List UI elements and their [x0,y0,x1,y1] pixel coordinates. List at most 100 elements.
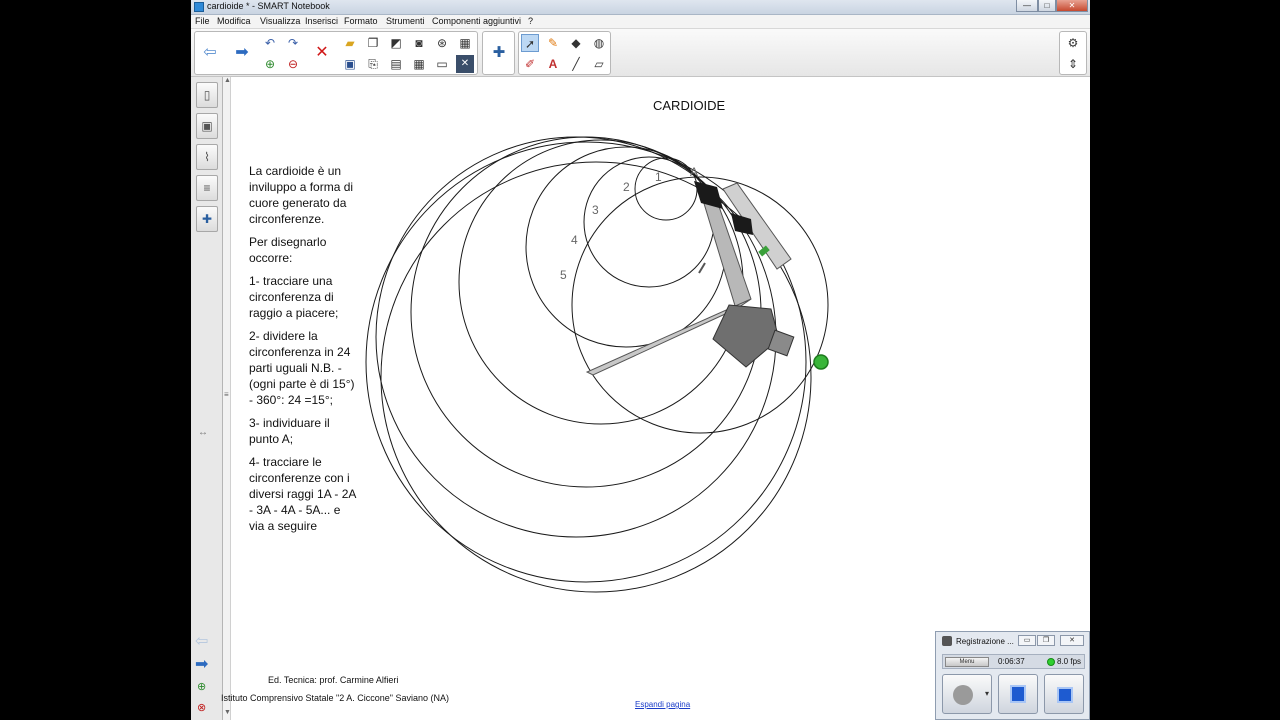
previous-page-icon[interactable]: ⇦ [195,631,208,651]
menu-inserisci[interactable]: Inserisci [305,16,338,26]
camera-icon[interactable]: ◙ [410,34,428,52]
copy-icon[interactable]: ❐ [364,34,382,52]
gallery-icon[interactable]: ▣ [196,113,218,139]
insert-icon[interactable]: ◩ [387,34,405,52]
chevron-down-icon[interactable]: ▾ [985,689,989,698]
cardioid-construction-drawing: 1 2 3 4 5 A [365,136,829,593]
recorder-restore-button[interactable]: ❐ [1037,635,1055,646]
close-toolbar-icon[interactable]: ✕ [456,55,474,73]
menu-help[interactable]: ? [528,16,533,26]
recorder-title: Registrazione ... [956,637,1014,646]
record-icon [953,685,973,705]
minimize-button[interactable]: — [1016,0,1038,12]
move-toolbar-icon[interactable]: ⇕ [1064,55,1082,73]
text-icon[interactable]: A [544,55,562,73]
side-tabs: ▯ ▣ ⌇ ≡ ✚ ↔ ⇦ ➡ ⊕ ⊗ [191,77,223,720]
recorder-close-button[interactable]: ✕ [1060,635,1084,646]
paragraph-step-3: 3- individuare il punto A; [249,416,330,446]
main-toolbar: ⇦ ➡ ↶ ↷ ⊕ ⊖ ✕ ▰ ▣ ❐ ⎘ ◩ ▤ ◙ ▦ ⊛ ▭ ▦ ✕ ✚ … [191,29,1090,77]
point-label-5: 5 [560,268,567,282]
point-label-4: 4 [571,233,578,247]
save-icon[interactable]: ▣ [341,55,359,73]
eraser-icon[interactable]: ▱ [590,55,608,73]
toolbar-group-tools: ➚ ✎ ◆ ◍ ✐ A ╱ ▱ [518,31,611,75]
line-icon[interactable]: ╱ [567,55,585,73]
paragraph-step-1: 1- tracciare una circonferenza di raggio… [249,274,339,320]
point-label-a: A [690,165,698,179]
paragraph-need: Per disegnarlo occorre: [249,235,327,265]
expand-page-link[interactable]: Espandi pagina [635,700,690,709]
settings-icon[interactable]: ⚙ [1064,34,1082,52]
add-page-icon[interactable]: ⊕ [197,680,206,693]
record-button[interactable]: ▾ [942,674,992,714]
pause-button[interactable] [998,674,1038,714]
attachments-icon[interactable]: ⌇ [196,144,218,170]
full-screen-icon[interactable]: ⊛ [433,34,451,52]
compass-tool[interactable] [585,181,795,376]
rotate-handle[interactable] [813,354,829,370]
whiteboard-page[interactable]: 1 2 3 4 5 A CARDIOIDE La cardioide è un … [221,77,1090,720]
smart-notebook-window: cardioide * - SMART Notebook — □ ✕ File … [191,0,1090,720]
point-label-2: 2 [623,180,630,194]
description-text: La cardioide è un inviluppo a forma di c… [249,163,357,541]
keyboard-icon[interactable]: ▭ [433,55,451,73]
undo-icon[interactable]: ↶ [261,34,279,52]
pen-icon[interactable]: ✐ [521,55,539,73]
recorder-window: Registrazione ... ▭ ❐ ✕ Menu 0:06:37 8.0… [935,631,1090,720]
table-icon[interactable]: ▦ [456,34,474,52]
footer-author: Ed. Tecnica: prof. Carmine Alfieri [268,675,399,685]
screen-capture-icon[interactable]: ▦ [410,55,428,73]
recorder-menu-button[interactable]: Menu [945,657,989,667]
delete-icon[interactable]: ✕ [313,44,331,62]
open-icon[interactable]: ▰ [341,34,359,52]
base-circle [571,176,829,434]
paragraph-step-2: 2- dividere la circonferenza in 24 parti… [249,329,355,407]
back-icon[interactable]: ⇦ [201,44,219,62]
recording-status-icon [1047,658,1055,666]
scroll-up-icon[interactable]: ▲ [224,77,231,87]
menu-componenti[interactable]: Componenti aggiuntivi [432,16,521,26]
toolbar-group-main: ⇦ ➡ ↶ ↷ ⊕ ⊖ ✕ ▰ ▣ ❐ ⎘ ◩ ▤ ◙ ▦ ⊛ ▭ ▦ ✕ [194,31,478,75]
menu-file[interactable]: File [195,16,210,26]
recorder-elapsed-time: 0:06:37 [998,657,1025,666]
properties-icon[interactable]: ≡ [196,175,218,201]
recorder-icon [942,636,952,646]
resize-handle-icon[interactable]: ↔ [198,427,208,438]
recorder-minimize-button[interactable]: ▭ [1018,635,1036,646]
stop-button[interactable] [1044,674,1084,714]
add-page-icon[interactable]: ⊕ [261,55,279,73]
fill-icon[interactable]: ◍ [590,34,608,52]
menu-strumenti[interactable]: Strumenti [386,16,425,26]
toolbar-group-settings: ⚙ ⇕ [1059,31,1087,75]
delete-page-icon[interactable]: ⊖ [284,55,302,73]
toolbar-group-addons: ✚ [482,31,515,75]
page-sorter-icon[interactable]: ▯ [196,82,218,108]
magic-pen-icon[interactable]: ✎ [544,34,562,52]
window-title: cardioide * - SMART Notebook [207,1,330,11]
point-label-3: 3 [592,203,599,217]
redo-icon[interactable]: ↷ [284,34,302,52]
menu-modifica[interactable]: Modifica [217,16,251,26]
scroll-down-icon[interactable]: ▼ [224,709,231,716]
forward-icon[interactable]: ➡ [233,44,251,62]
delete-page-icon[interactable]: ⊗ [197,701,206,714]
grip-icon[interactable]: ≡ [224,390,229,399]
next-page-icon[interactable]: ➡ [195,654,208,674]
menu-visualizza[interactable]: Visualizza [260,16,300,26]
close-button[interactable]: ✕ [1056,0,1088,12]
menu-formato[interactable]: Formato [344,16,378,26]
addons-icon[interactable]: ✚ [196,206,218,232]
screen-shade-icon[interactable]: ▤ [387,55,405,73]
puzzle-icon[interactable]: ✚ [490,44,508,62]
maximize-button[interactable]: □ [1038,0,1056,12]
menu-bar: File Modifica Visualizza Inserisci Forma… [191,15,1090,29]
select-icon[interactable]: ➚ [521,34,539,52]
paste-icon[interactable]: ⎘ [364,55,382,73]
paragraph-intro: La cardioide è un inviluppo a forma di c… [249,164,354,226]
recorder-fps: 8.0 fps [1057,657,1082,666]
app-icon [194,2,204,12]
shape-pen-icon[interactable]: ◆ [567,34,585,52]
paragraph-step-4: 4- tracciare le circonferenze con i dive… [249,455,356,533]
title-bar: cardioide * - SMART Notebook — □ ✕ [191,0,1090,15]
panel-splitter[interactable]: ▲ ≡ ▼ [223,77,231,720]
